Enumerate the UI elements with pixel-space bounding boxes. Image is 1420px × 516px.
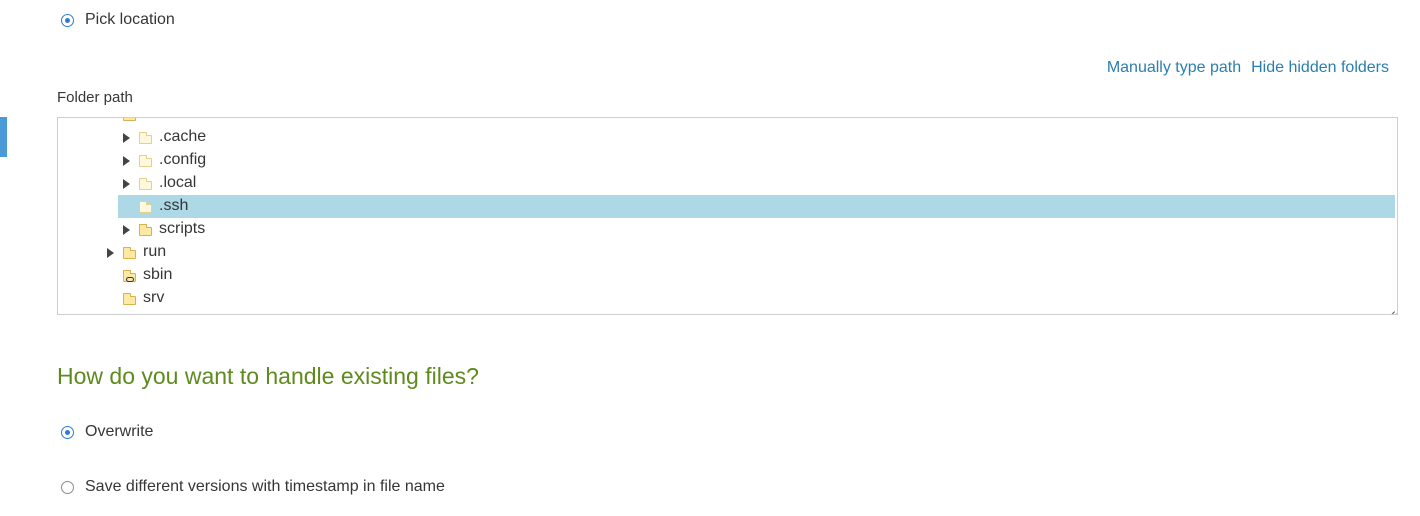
pick-location-label: Pick location [85,11,175,28]
backup-destination-panel: Pick location Manually type path Hide hi… [0,0,1420,516]
folder-path-label: Folder path [57,89,133,106]
tree-item-root[interactable]: root [58,117,1397,126]
pick-location-radio[interactable] [61,13,74,27]
expand-arrow-icon[interactable] [123,156,130,166]
left-scroll-indicator [0,117,7,157]
timestamp-versions-radio[interactable] [61,480,74,494]
manually-type-path-link[interactable]: Manually type path [1107,59,1241,77]
folder-icon [123,247,136,259]
folder-tree[interactable]: root .cache .config .local .ssh [57,117,1398,315]
tree-item-run[interactable]: run [58,241,1397,264]
expand-arrow-icon[interactable] [123,225,130,235]
tree-item-label: root [143,118,171,123]
tree-item-label: scripts [159,220,206,237]
folder-icon [123,118,136,121]
expand-arrow-icon[interactable] [123,133,130,143]
tree-item-label: sbin [143,266,173,283]
overwrite-option[interactable]: Overwrite [61,423,153,441]
tree-item-label: srv [143,289,165,306]
hidden-folder-icon [139,201,152,213]
tree-item-sbin[interactable]: sbin [58,264,1397,287]
tree-item-scripts[interactable]: scripts [58,218,1397,241]
tree-item-label: .local [159,174,197,191]
overwrite-label: Overwrite [85,423,154,440]
timestamp-versions-option[interactable]: Save different versions with timestamp i… [61,478,445,496]
timestamp-versions-label: Save different versions with timestamp i… [85,478,445,495]
tree-item-local[interactable]: .local [58,172,1397,195]
hidden-folder-icon [139,178,152,190]
tree-item-label: .ssh [159,197,189,214]
hidden-folder-icon [139,155,152,167]
expand-arrow-icon[interactable] [107,248,114,258]
tree-item-label: .config [159,151,207,168]
tree-item-config[interactable]: .config [58,149,1397,172]
collapse-arrow-icon[interactable] [106,117,114,118]
tree-item-label: .cache [159,128,207,145]
tree-item-cache[interactable]: .cache [58,126,1397,149]
selection-highlight [118,195,1395,218]
pick-location-option[interactable]: Pick location [61,11,175,29]
symlink-folder-icon [123,270,136,282]
expand-arrow-icon[interactable] [123,179,130,189]
resize-handle-icon[interactable] [1387,304,1395,312]
hidden-folder-icon [139,132,152,144]
link-icon [126,277,134,282]
hide-hidden-folders-link[interactable]: Hide hidden folders [1251,59,1389,77]
tree-item-srv[interactable]: srv [58,287,1397,310]
tree-item-ssh[interactable]: .ssh [58,195,1397,218]
folder-icon [123,293,136,305]
tree-item-label: run [143,243,167,260]
overwrite-radio[interactable] [61,425,74,439]
folder-path-actions: Manually type path Hide hidden folders [1107,59,1389,77]
folder-icon [139,224,152,236]
existing-files-heading: How do you want to handle existing files… [57,363,479,389]
